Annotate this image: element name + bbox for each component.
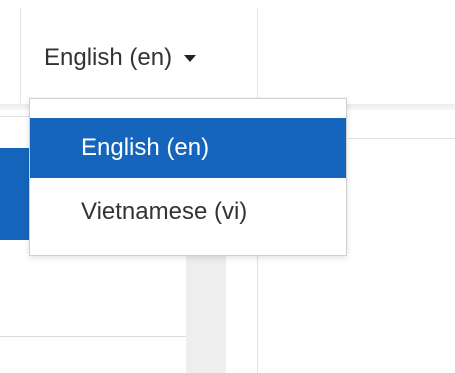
navbar-divider bbox=[20, 8, 21, 104]
language-option-english[interactable]: English (en) bbox=[30, 118, 346, 178]
language-option-label: English (en) bbox=[81, 134, 210, 161]
navbar-divider bbox=[257, 8, 258, 104]
language-dropdown-menu: English (en) Vietnamese (vi) bbox=[29, 98, 347, 256]
language-option-vietnamese[interactable]: Vietnamese (vi) bbox=[30, 182, 346, 242]
background-divider bbox=[0, 336, 186, 337]
page: English (en) English (en) Vietnamese (vi… bbox=[0, 0, 455, 373]
language-menu-current-label: English (en) bbox=[44, 44, 173, 71]
background-divider bbox=[0, 116, 30, 117]
top-navbar: English (en) bbox=[0, 0, 455, 104]
caret-down-icon bbox=[184, 54, 197, 62]
background-active-item bbox=[0, 148, 30, 240]
language-menu-toggle[interactable]: English (en) bbox=[44, 40, 197, 76]
background-scroll-track bbox=[186, 256, 226, 373]
language-option-label: Vietnamese (vi) bbox=[81, 198, 248, 225]
